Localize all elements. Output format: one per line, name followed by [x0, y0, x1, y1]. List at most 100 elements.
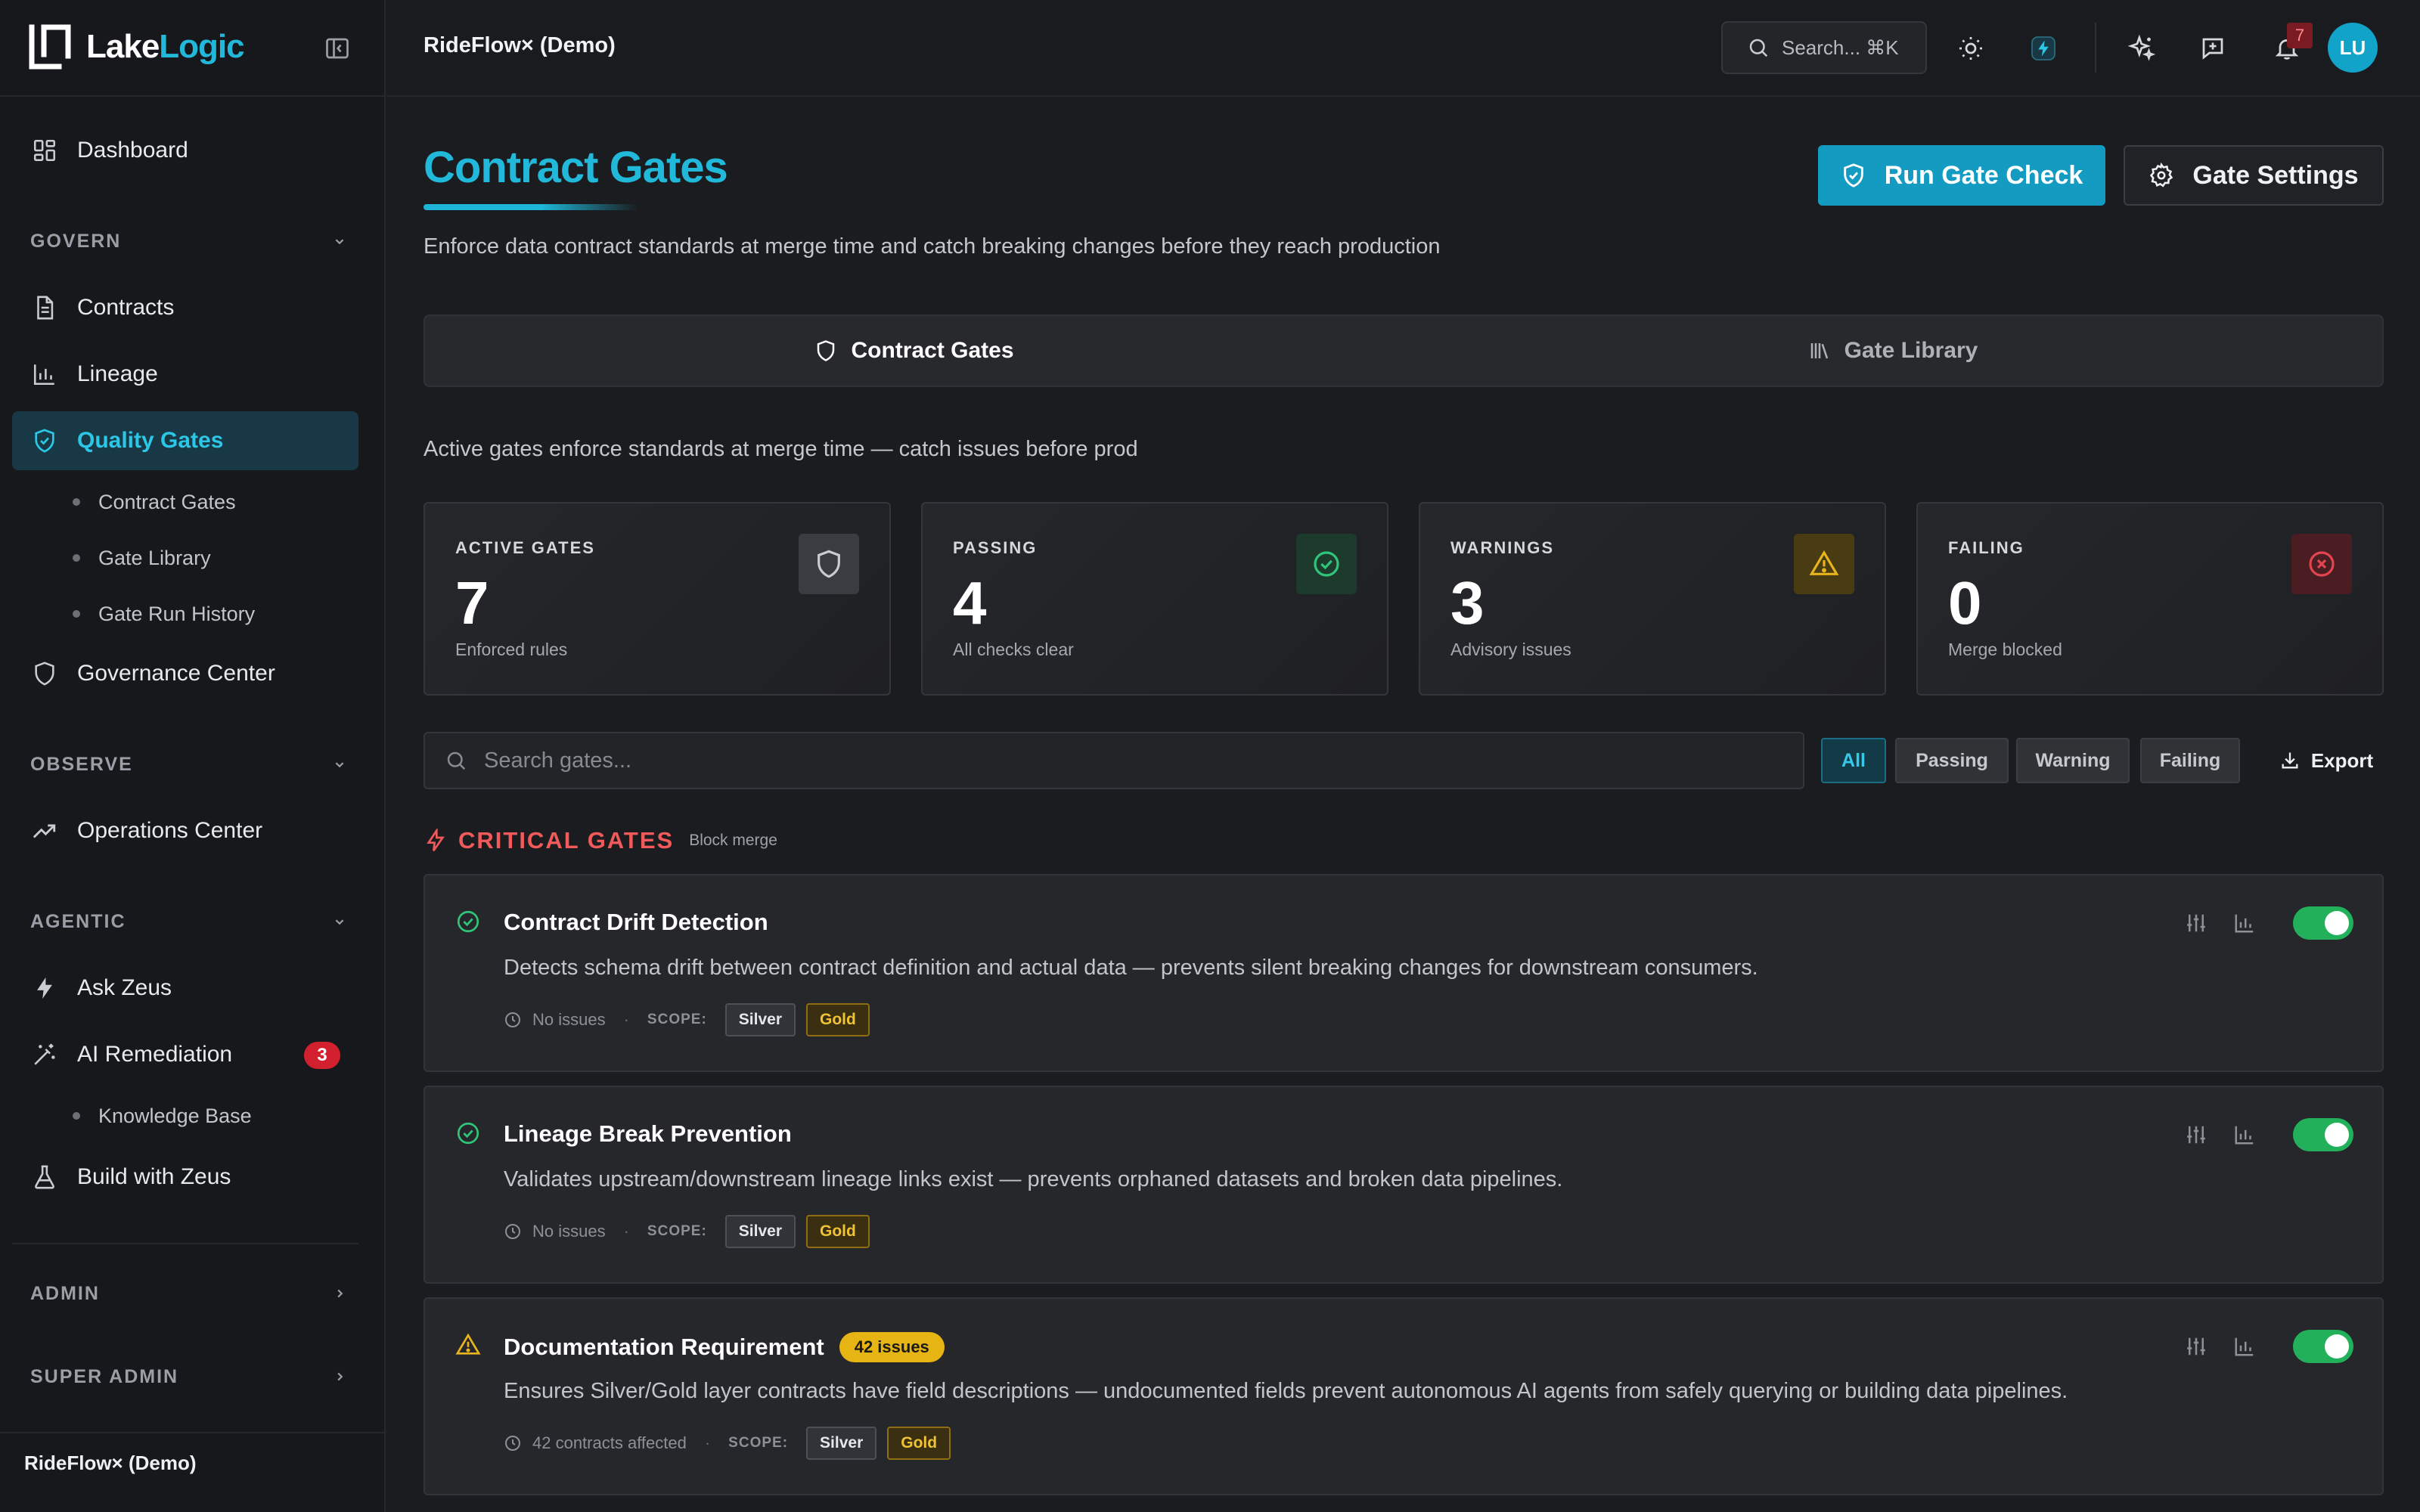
- chevron-right-icon: [331, 1285, 348, 1302]
- sidebar-item-governance-center[interactable]: Governance Center: [12, 644, 358, 703]
- topbar: RideFlow× (Demo) Search... ⌘K 7 LU: [387, 0, 2420, 97]
- search-icon: [445, 749, 467, 772]
- gate-search-input[interactable]: Search gates...: [424, 732, 1804, 789]
- chart-icon[interactable]: [2231, 909, 2258, 937]
- sidebar-item-label: Contracts: [77, 295, 175, 320]
- sidebar-subitem-label: Gate Run History: [98, 602, 256, 625]
- ai-assistant-button[interactable]: [2121, 27, 2163, 70]
- stat-subtitle: Merge blocked: [1948, 640, 2062, 659]
- scope-tag-silver: Silver: [806, 1427, 877, 1460]
- chart-icon[interactable]: [2231, 1121, 2258, 1148]
- gate-enabled-toggle[interactable]: [2293, 1330, 2353, 1363]
- filter-failing[interactable]: Failing: [2140, 738, 2240, 783]
- power-mode-button[interactable]: [2022, 27, 2065, 70]
- gate-enabled-toggle[interactable]: [2293, 1118, 2353, 1151]
- gate-card-documentation-requirement[interactable]: Documentation Requirement 42 issues Ensu…: [424, 1297, 2384, 1495]
- tab-contract-gates[interactable]: Contract Gates: [425, 316, 1404, 386]
- sidebar-divider: [12, 1243, 358, 1244]
- search-icon: [1747, 36, 1770, 59]
- gate-enabled-toggle[interactable]: [2293, 906, 2353, 940]
- topbar-divider: [2095, 23, 2096, 73]
- message-plus-icon: [2199, 35, 2226, 62]
- gate-description: Validates upstream/downstream lineage li…: [504, 1167, 1563, 1191]
- feedback-button[interactable]: [2192, 27, 2234, 70]
- gate-issue-summary: 42 contracts affected: [532, 1433, 687, 1452]
- chevron-down-icon: [331, 913, 348, 930]
- sidebar-item-lineage[interactable]: Lineage: [12, 345, 358, 404]
- filter-warning[interactable]: Warning: [2016, 738, 2130, 783]
- sidebar-item-quality-gates[interactable]: Quality Gates: [12, 411, 358, 470]
- scope-label: SCOPE:: [647, 1223, 707, 1239]
- gate-actions: [2183, 1329, 2353, 1364]
- sidebar-subitem-knowledge-base[interactable]: Knowledge Base: [73, 1096, 252, 1136]
- warning-icon: [455, 1332, 481, 1358]
- sidebar-divider: [0, 1432, 386, 1433]
- meta-separator: ·: [704, 1433, 711, 1452]
- gate-card-contract-drift[interactable]: Contract Drift Detection Detects schema …: [424, 874, 2384, 1072]
- section-agentic[interactable]: AGENTIC: [30, 903, 348, 940]
- section-admin[interactable]: ADMIN: [30, 1275, 348, 1312]
- sliders-icon[interactable]: [2183, 909, 2210, 937]
- critical-gates-header: CRITICAL GATES Block merge: [424, 824, 777, 857]
- page-title: Contract Gates: [424, 143, 728, 192]
- chevron-down-icon: [331, 756, 348, 773]
- sidebar-item-ai-remediation[interactable]: AI Remediation 3: [12, 1025, 358, 1084]
- tab-gate-library[interactable]: Gate Library: [1404, 316, 2382, 386]
- sliders-icon[interactable]: [2183, 1333, 2210, 1360]
- stat-card-failing: FAILING 0 Merge blocked: [1916, 502, 2384, 696]
- stat-card-active-gates: ACTIVE GATES 7 Enforced rules: [424, 502, 891, 696]
- filter-all[interactable]: All: [1821, 738, 1886, 783]
- bullet-icon: [73, 498, 80, 506]
- run-gate-check-button[interactable]: Run Gate Check: [1818, 145, 2105, 206]
- collapse-sidebar-button[interactable]: [318, 32, 357, 65]
- sidebar-subitem-label: Contract Gates: [98, 490, 236, 513]
- stat-label: ACTIVE GATES: [455, 538, 595, 557]
- export-button[interactable]: Export: [2273, 738, 2379, 783]
- tab-label: Contract Gates: [851, 338, 1014, 363]
- sidebar-item-ask-zeus[interactable]: Ask Zeus: [12, 959, 358, 1018]
- view-tabs: Contract Gates Gate Library: [424, 314, 2384, 387]
- stat-value: 3: [1450, 569, 1485, 637]
- export-label: Export: [2310, 748, 2374, 772]
- notification-count-badge: 7: [2287, 23, 2313, 48]
- sidebar-item-label: Build with Zeus: [77, 1164, 231, 1189]
- gate-issue-summary: No issues: [532, 1010, 606, 1029]
- section-govern[interactable]: GOVERN: [30, 222, 348, 260]
- gate-settings-label: Gate Settings: [2192, 160, 2359, 190]
- gate-settings-button[interactable]: Gate Settings: [2124, 145, 2384, 206]
- x-circle-icon: [2291, 534, 2352, 594]
- organization-switcher[interactable]: RideFlow× (Demo): [24, 1452, 197, 1475]
- magic-wand-icon: [30, 1040, 59, 1069]
- bullet-icon: [73, 554, 80, 562]
- sidebar-subitem-gate-library[interactable]: Gate Library: [73, 538, 211, 578]
- theme-toggle-button[interactable]: [1950, 27, 1992, 70]
- bullet-icon: [73, 610, 80, 618]
- stat-subtitle: Enforced rules: [455, 640, 568, 659]
- scope-label: SCOPE:: [728, 1435, 789, 1451]
- gate-title: Contract Drift Detection: [504, 909, 768, 936]
- global-search-button[interactable]: Search... ⌘K: [1721, 21, 1927, 74]
- scope-tag-gold: Gold: [806, 1215, 870, 1248]
- sidebar-item-contracts[interactable]: Contracts: [12, 278, 358, 337]
- sliders-icon[interactable]: [2183, 1121, 2210, 1148]
- section-super-admin[interactable]: SUPER ADMIN: [30, 1358, 348, 1396]
- section-observe[interactable]: OBSERVE: [30, 745, 348, 783]
- sidebar-subitem-gate-run-history[interactable]: Gate Run History: [73, 594, 255, 634]
- gate-title: Documentation Requirement 42 issues: [504, 1332, 945, 1362]
- gate-card-lineage-break[interactable]: Lineage Break Prevention Validates upstr…: [424, 1086, 2384, 1284]
- brand[interactable]: LakeLogic: [27, 23, 245, 71]
- check-circle-icon: [455, 1120, 481, 1146]
- bullet-icon: [73, 1112, 80, 1120]
- chart-icon[interactable]: [2231, 1333, 2258, 1360]
- stat-label: WARNINGS: [1450, 538, 1554, 557]
- user-avatar[interactable]: LU: [2328, 23, 2378, 73]
- filter-passing[interactable]: Passing: [1895, 738, 2009, 783]
- sidebar-subitem-contract-gates[interactable]: Contract Gates: [73, 482, 236, 522]
- sidebar-item-operations-center[interactable]: Operations Center: [12, 801, 358, 860]
- remediation-count-badge: 3: [304, 1042, 340, 1069]
- scope-tag-gold: Gold: [806, 1003, 870, 1036]
- sidebar-item-dashboard[interactable]: Dashboard: [12, 121, 358, 180]
- flask-icon: [30, 1163, 59, 1191]
- sidebar-item-build-with-zeus[interactable]: Build with Zeus: [12, 1148, 358, 1207]
- toggle-knob: [2325, 1123, 2349, 1147]
